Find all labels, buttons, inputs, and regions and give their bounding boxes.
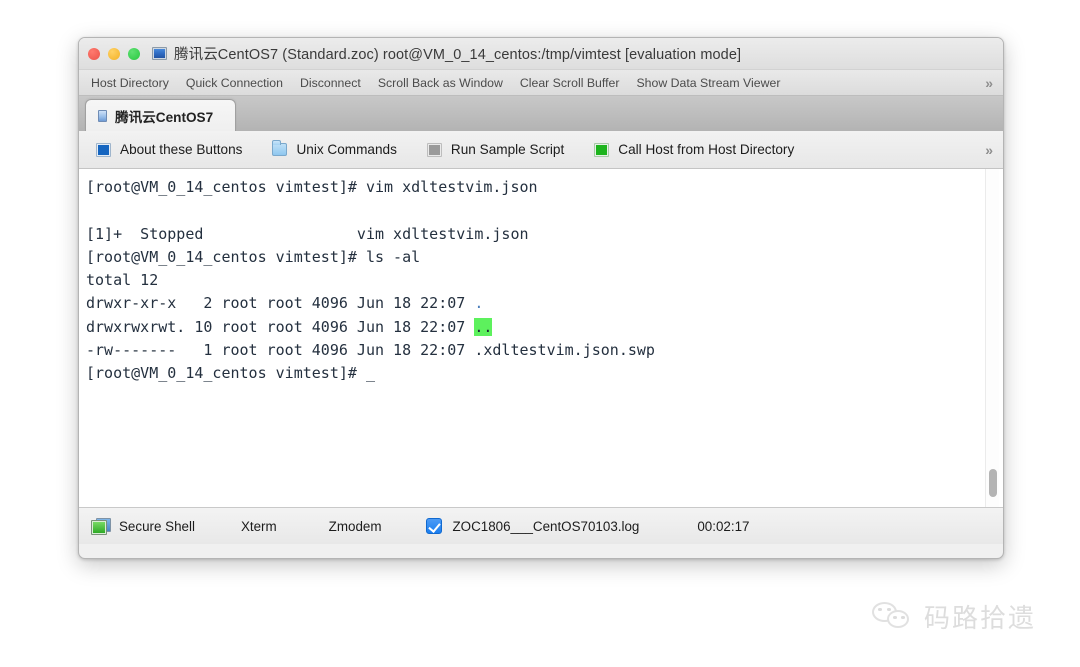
button-about-these-buttons[interactable]: About these Buttons <box>96 142 242 157</box>
gray-square-icon <box>426 142 442 157</box>
status-transfer-protocol[interactable]: Zmodem <box>329 519 382 534</box>
button-label: About these Buttons <box>120 142 243 157</box>
terminal-segment: [root@VM_0_14_centos vimtest]# ls -al <box>86 247 421 266</box>
terminal-line: total 12 <box>86 269 1003 292</box>
status-elapsed-time: 00:02:17 <box>697 518 750 534</box>
folder-icon <box>272 140 288 156</box>
cmd-scroll-back-as-window[interactable]: Scroll Back as Window <box>378 76 503 90</box>
terminal-segment-styled: . <box>474 294 484 313</box>
green-square-icon <box>594 142 610 157</box>
terminal-lines: [root@VM_0_14_centos vimtest]# vim xdlte… <box>83 176 1003 386</box>
status-connection-label: Secure Shell <box>119 518 195 534</box>
status-emulation[interactable]: Xterm <box>241 519 277 534</box>
button-call-host-from-host-directory[interactable]: Call Host from Host Directory <box>594 142 794 157</box>
blue-square-icon <box>96 142 111 157</box>
cmd-show-data-stream-viewer[interactable]: Show Data Stream Viewer <box>636 76 780 90</box>
window-title: 腾讯云CentOS7 (Standard.zoc) root@VM_0_14_c… <box>174 47 742 63</box>
document-icon <box>98 109 107 122</box>
button-bar: About these Buttons Unix Commands Run Sa… <box>79 131 1003 169</box>
status-connection[interactable]: Secure Shell <box>91 517 195 535</box>
terminal-scrollbar[interactable] <box>985 169 999 507</box>
command-bar-overflow-icon[interactable]: » <box>985 75 993 91</box>
terminal-segment: [root@VM_0_14_centos vimtest]# vim xdlte… <box>86 178 538 196</box>
watermark-text: 码路拾遗 <box>924 604 1037 634</box>
wechat-icon <box>872 600 918 634</box>
terminal-line: drwxrwxrwt. 10 root root 4096 Jun 18 22:… <box>86 316 1003 339</box>
terminal-line: [root@VM_0_14_centos vimtest]# ls -al <box>86 246 1003 269</box>
tab-tencent-cloud-centos7[interactable]: 腾讯云CentOS7 <box>85 99 237 131</box>
status-log-filename: ZOC1806___CentOS70103.log <box>452 518 640 534</box>
button-run-sample-script[interactable]: Run Sample Script <box>426 142 565 157</box>
button-label: Unix Commands <box>296 142 397 157</box>
terminal-segment-styled: .. <box>474 317 493 336</box>
tab-label: 腾讯云CentOS7 <box>115 109 214 125</box>
minimize-button[interactable] <box>108 47 120 60</box>
terminal-scrollbar-thumb[interactable] <box>989 469 997 497</box>
close-button[interactable] <box>88 47 100 60</box>
status-bar: Secure Shell Xterm Zmodem ZOC1806___Cent… <box>79 507 1003 544</box>
cmd-host-directory[interactable]: Host Directory <box>91 76 169 90</box>
terminal-line: [root@VM_0_14_centos vimtest]# _ <box>86 362 1003 385</box>
terminal-segment: drwxr-xr-x 2 root root 4096 Jun 18 22:07 <box>86 294 475 313</box>
terminal-segment-styled: _ <box>365 364 375 383</box>
terminal-line: [1]+ Stopped vim xdltestvim.json <box>86 223 1003 246</box>
terminal-line: -rw------- 1 root root 4096 Jun 18 22:07… <box>86 339 1003 362</box>
cmd-clear-scroll-buffer[interactable]: Clear Scroll Buffer <box>520 76 620 90</box>
terminal-segment: -rw------- 1 root root 4096 Jun 18 22:07… <box>86 341 655 360</box>
cmd-quick-connection[interactable]: Quick Connection <box>186 76 283 90</box>
button-unix-commands[interactable]: Unix Commands <box>272 140 397 157</box>
watermark: 码路拾遗 <box>872 598 1036 635</box>
maximize-button[interactable] <box>128 47 140 60</box>
button-bar-overflow-icon[interactable]: » <box>985 142 993 158</box>
button-label: Call Host from Host Directory <box>618 142 795 157</box>
terminal-window: 腾讯云CentOS7 (Standard.zoc) root@VM_0_14_c… <box>78 37 1004 559</box>
terminal-segment: [root@VM_0_14_centos vimtest]# <box>86 364 366 383</box>
cmd-disconnect[interactable]: Disconnect <box>300 76 361 90</box>
terminal-segment: total 12 <box>86 271 159 290</box>
terminal-segment: [1]+ Stopped vim xdltestvim.json <box>86 224 529 243</box>
secure-shell-icon <box>91 517 111 535</box>
log-enabled-checkbox[interactable] <box>425 518 442 534</box>
status-log[interactable]: ZOC1806___CentOS70103.log <box>425 518 640 534</box>
window-titlebar: 腾讯云CentOS7 (Standard.zoc) root@VM_0_14_c… <box>79 38 1003 70</box>
terminal-line: [root@VM_0_14_centos vimtest]# vim xdlte… <box>86 176 1003 199</box>
terminal-segment: drwxrwxrwt. 10 root root 4096 Jun 18 22:… <box>86 317 475 336</box>
terminal-output-area[interactable]: [root@VM_0_14_centos vimtest]# vim xdlte… <box>79 169 1003 507</box>
terminal-line: drwxr-xr-x 2 root root 4096 Jun 18 22:07… <box>86 292 1003 315</box>
command-bar: Host Directory Quick Connection Disconne… <box>79 70 1003 96</box>
button-label: Run Sample Script <box>450 142 565 157</box>
tab-strip: 腾讯云CentOS7 <box>79 96 1003 131</box>
monitor-icon <box>152 47 167 60</box>
